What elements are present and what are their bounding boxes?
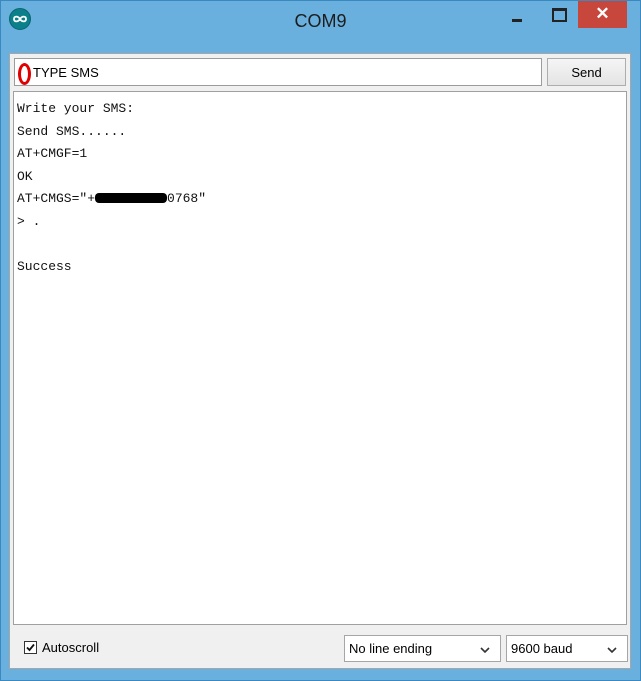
chevron-down-icon xyxy=(480,647,490,654)
baud-rate-select[interactable]: 9600 baud xyxy=(506,635,628,662)
baud-rate-value: 9600 baud xyxy=(511,641,573,656)
line-ending-value: No line ending xyxy=(349,641,433,656)
monitor-footer: Autoscroll No line ending 9600 baud xyxy=(10,628,630,668)
output-line: > . xyxy=(17,213,41,229)
output-line: Write your SMS: xyxy=(17,101,135,116)
autoscroll-label: Autoscroll xyxy=(42,640,100,655)
cursor-highlight-annotation xyxy=(18,63,31,85)
title-bar[interactable]: COM9 ✕ xyxy=(1,1,640,41)
serial-output[interactable]: Write your SMS: Send SMS...... AT+CMGF=1… xyxy=(13,91,627,625)
output-line: Success xyxy=(17,259,72,275)
line-ending-select[interactable]: No line ending xyxy=(344,635,501,662)
output-line: AT+CMGS="+ 0768" xyxy=(17,188,626,211)
redacted-phone-number xyxy=(95,192,168,203)
minimize-icon[interactable] xyxy=(498,1,538,31)
maximize-icon[interactable] xyxy=(539,1,579,31)
autoscroll-checkbox[interactable] xyxy=(24,641,37,654)
close-icon[interactable]: ✕ xyxy=(578,1,627,28)
output-line: OK xyxy=(17,168,33,184)
serial-monitor-window: COM9 ✕ Send Write your SMS: Send SMS....… xyxy=(0,0,641,681)
send-input[interactable] xyxy=(14,58,542,86)
output-line-suffix: 0768" xyxy=(167,191,207,207)
send-button[interactable]: Send xyxy=(547,58,626,86)
output-line: Send SMS...... xyxy=(17,123,127,139)
chevron-down-icon xyxy=(607,647,617,654)
checkmark-icon xyxy=(26,643,35,652)
monitor-client-area: Send Write your SMS: Send SMS...... AT+C… xyxy=(9,53,631,669)
output-line: AT+CMGF=1 xyxy=(17,146,88,162)
output-line-text: AT+CMGS="+ xyxy=(17,191,96,207)
